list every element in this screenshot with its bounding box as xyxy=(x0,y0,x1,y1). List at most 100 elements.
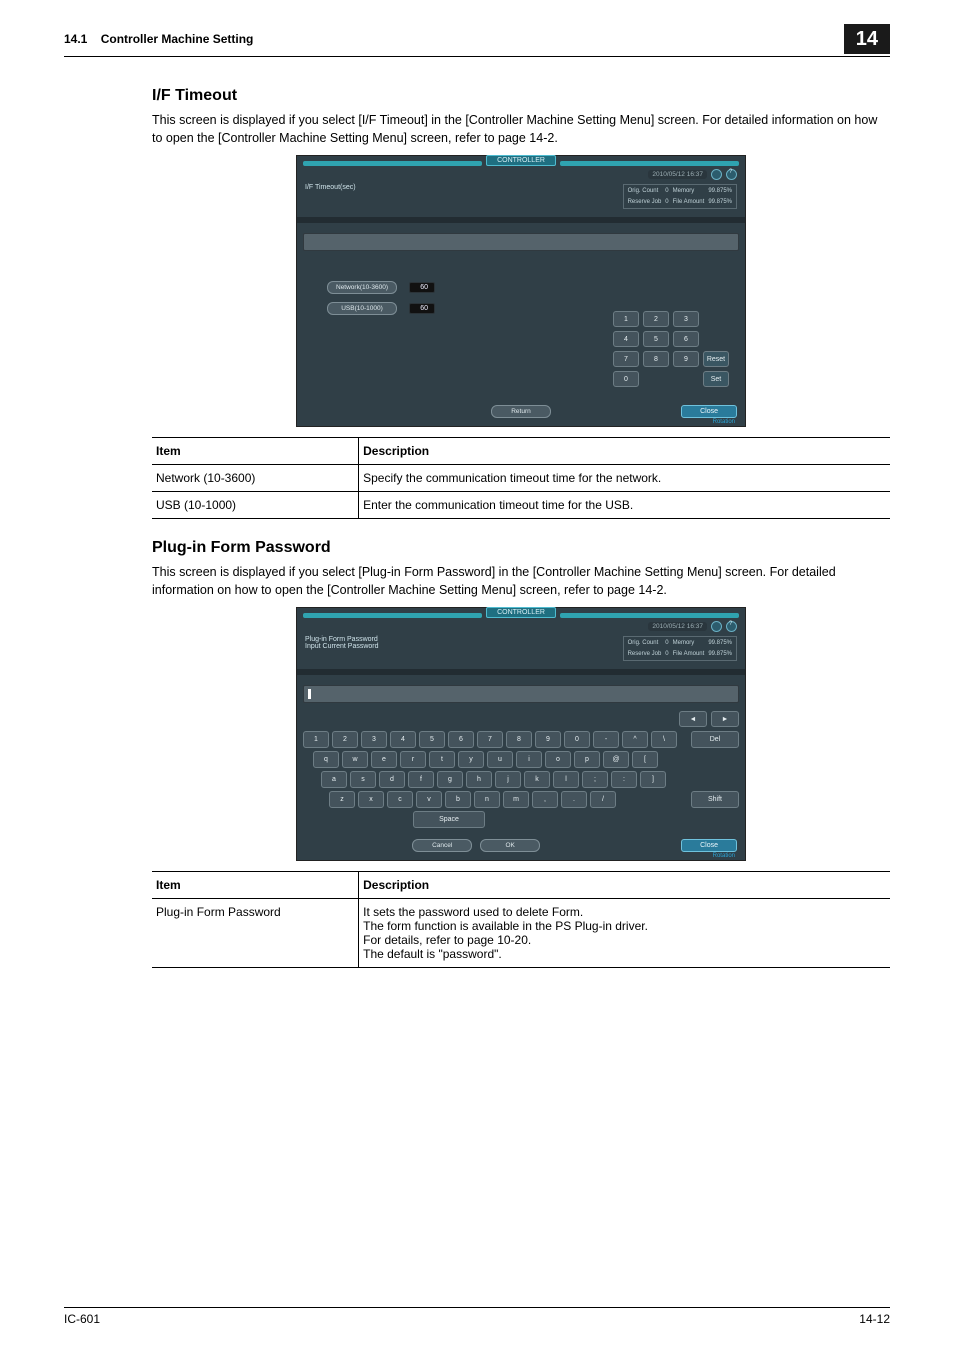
key-h[interactable]: h xyxy=(466,771,492,788)
numpad-4[interactable]: 4 xyxy=(613,331,639,347)
key-d[interactable]: d xyxy=(379,771,405,788)
usb-value: 60 xyxy=(409,303,435,314)
key-4[interactable]: 4 xyxy=(390,731,416,748)
status-box: Orig. Count0Memory99.875% Reserve Job0Fi… xyxy=(623,184,737,209)
key-b[interactable]: b xyxy=(445,791,471,808)
plugin-password-intro: This screen is displayed if you select [… xyxy=(152,563,890,599)
table-row: Network (10-3600) Specify the communicat… xyxy=(152,465,890,492)
key-k[interactable]: k xyxy=(524,771,550,788)
key-z[interactable]: z xyxy=(329,791,355,808)
page-footer: IC-601 14-12 xyxy=(64,1307,890,1326)
section-heading: 14.1 Controller Machine Setting xyxy=(64,32,253,46)
key-q[interactable]: q xyxy=(313,751,339,768)
key-f[interactable]: f xyxy=(408,771,434,788)
globe-icon[interactable] xyxy=(711,621,722,632)
key-y[interactable]: y xyxy=(458,751,484,768)
table-row: Plug-in Form Password It sets the passwo… xyxy=(152,899,890,968)
key-del[interactable]: Del xyxy=(691,731,739,748)
key-e[interactable]: e xyxy=(371,751,397,768)
key-colon[interactable]: : xyxy=(611,771,637,788)
key-v[interactable]: v xyxy=(416,791,442,808)
key-semicolon[interactable]: ; xyxy=(582,771,608,788)
if-timeout-heading: I/F Timeout xyxy=(152,87,890,105)
if-timeout-table: Item Description Network (10-3600) Speci… xyxy=(152,437,890,519)
key-shift[interactable]: Shift xyxy=(691,791,739,808)
key-m[interactable]: m xyxy=(503,791,529,808)
datetime-label: 2010/05/12 16:37 xyxy=(648,622,707,631)
numpad: 1 2 3 4 5 6 7 8 9 Reset 0 xyxy=(613,311,729,387)
rotation-label: Rotation xyxy=(713,419,735,425)
network-field-button[interactable]: Network(10-3600) xyxy=(327,281,397,294)
th-item: Item xyxy=(152,872,359,899)
page-header: 14.1 Controller Machine Setting 14 xyxy=(64,24,890,57)
key-j[interactable]: j xyxy=(495,771,521,788)
key-minus[interactable]: - xyxy=(593,731,619,748)
key-comma[interactable]: , xyxy=(532,791,558,808)
status-box: Orig. Count0Memory99.875% Reserve Job0Fi… xyxy=(623,636,737,661)
close-button[interactable]: Close xyxy=(681,405,737,418)
key-s[interactable]: s xyxy=(350,771,376,788)
numpad-5[interactable]: 5 xyxy=(643,331,669,347)
close-button[interactable]: Close xyxy=(681,839,737,852)
key-8[interactable]: 8 xyxy=(506,731,532,748)
text-cursor xyxy=(308,689,311,699)
key-t[interactable]: t xyxy=(429,751,455,768)
key-n[interactable]: n xyxy=(474,791,500,808)
key-caret[interactable]: ^ xyxy=(622,731,648,748)
key-l[interactable]: l xyxy=(553,771,579,788)
key-9[interactable]: 9 xyxy=(535,731,561,748)
tab-controller[interactable]: CONTROLLER xyxy=(486,607,556,618)
caret-right-button[interactable]: ► xyxy=(711,711,739,727)
rotation-label: Rotation xyxy=(713,853,735,859)
key-u[interactable]: u xyxy=(487,751,513,768)
numpad-2[interactable]: 2 xyxy=(643,311,669,327)
network-value: 60 xyxy=(409,282,435,293)
chapter-badge: 14 xyxy=(844,24,890,54)
numpad-6[interactable]: 6 xyxy=(673,331,699,347)
key-x[interactable]: x xyxy=(358,791,384,808)
key-at[interactable]: @ xyxy=(603,751,629,768)
numpad-1[interactable]: 1 xyxy=(613,311,639,327)
key-slash[interactable]: / xyxy=(590,791,616,808)
globe-icon[interactable] xyxy=(711,169,722,180)
key-0[interactable]: 0 xyxy=(564,731,590,748)
key-p[interactable]: p xyxy=(574,751,600,768)
help-icon[interactable] xyxy=(726,169,737,180)
numpad-8[interactable]: 8 xyxy=(643,351,669,367)
key-2[interactable]: 2 xyxy=(332,731,358,748)
return-button[interactable]: Return xyxy=(491,405,551,418)
key-period[interactable]: . xyxy=(561,791,587,808)
key-rbracket[interactable]: ] xyxy=(640,771,666,788)
ok-button[interactable]: OK xyxy=(480,839,540,852)
key-c[interactable]: c xyxy=(387,791,413,808)
key-backslash[interactable]: \ xyxy=(651,731,677,748)
key-i[interactable]: i xyxy=(516,751,542,768)
help-icon[interactable] xyxy=(726,621,737,632)
numpad-set[interactable]: Set xyxy=(703,371,729,387)
numpad-reset[interactable]: Reset xyxy=(703,351,729,367)
if-timeout-intro: This screen is displayed if you select [… xyxy=(152,111,890,147)
product-label: IC-601 xyxy=(64,1312,100,1326)
key-o[interactable]: o xyxy=(545,751,571,768)
key-7[interactable]: 7 xyxy=(477,731,503,748)
usb-field-button[interactable]: USB(10-1000) xyxy=(327,302,397,315)
if-timeout-panel: CONTROLLER 2010/05/12 16:37 I/F Timeout(… xyxy=(296,155,746,427)
key-a[interactable]: a xyxy=(321,771,347,788)
numpad-7[interactable]: 7 xyxy=(613,351,639,367)
key-1[interactable]: 1 xyxy=(303,731,329,748)
key-g[interactable]: g xyxy=(437,771,463,788)
numpad-0[interactable]: 0 xyxy=(613,371,639,387)
key-6[interactable]: 6 xyxy=(448,731,474,748)
key-w[interactable]: w xyxy=(342,751,368,768)
cancel-button[interactable]: Cancel xyxy=(412,839,472,852)
numpad-3[interactable]: 3 xyxy=(673,311,699,327)
tab-controller[interactable]: CONTROLLER xyxy=(486,155,556,166)
key-lbracket[interactable]: [ xyxy=(632,751,658,768)
key-5[interactable]: 5 xyxy=(419,731,445,748)
numpad-9[interactable]: 9 xyxy=(673,351,699,367)
caret-left-button[interactable]: ◄ xyxy=(679,711,707,727)
key-space[interactable]: Space xyxy=(413,811,485,828)
key-3[interactable]: 3 xyxy=(361,731,387,748)
password-input[interactable] xyxy=(303,685,739,703)
key-r[interactable]: r xyxy=(400,751,426,768)
